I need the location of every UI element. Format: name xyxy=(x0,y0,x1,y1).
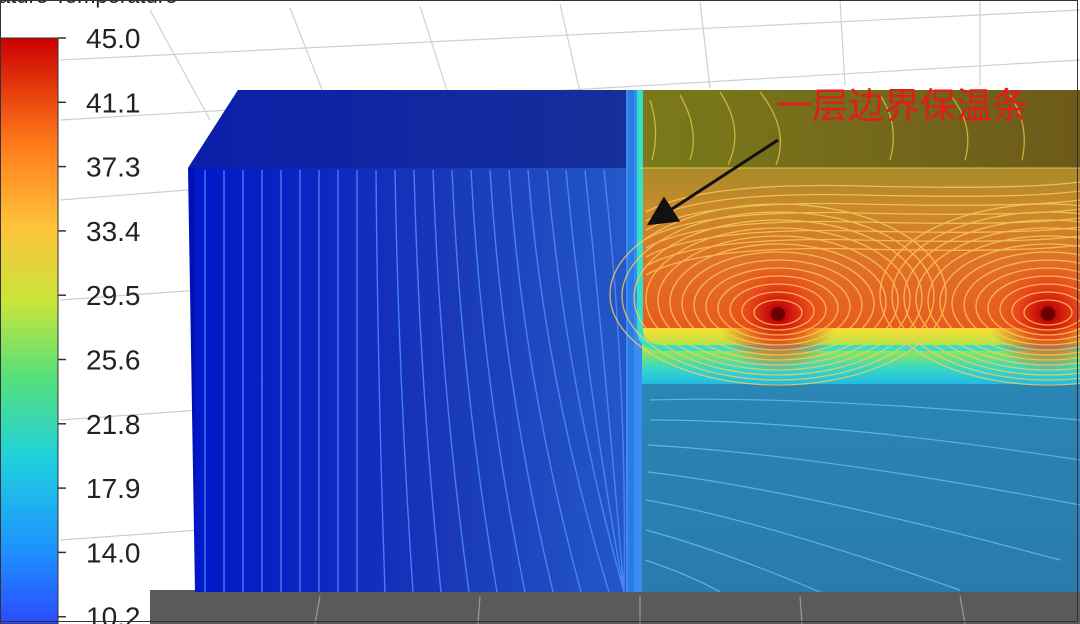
colorbar-tick-label: 10.2 xyxy=(86,602,141,624)
colorbar-ramp xyxy=(0,37,59,624)
colorbar-ticks: 45.0 41.1 37.3 33.4 29.5 25.6 21.8 17.9 14.0 10.2 xyxy=(58,23,141,624)
colorbar-tick-label: 37.3 xyxy=(86,152,141,183)
colorbar-tick-label: 17.9 xyxy=(86,473,141,504)
colorbar-tick-label: 33.4 xyxy=(86,216,141,247)
colorbar-tick-label: 14.0 xyxy=(86,537,141,568)
lower-layer xyxy=(640,384,1080,592)
colorbar-tick-label: 29.5 xyxy=(86,280,141,311)
floor-grid xyxy=(150,590,1080,624)
colorbar-tick-label: 25.6 xyxy=(86,345,141,376)
annotation-label: 一层边界保温条 xyxy=(776,86,1028,127)
colorbar-tick-label: 21.8 xyxy=(86,409,141,440)
colorbar-tick-label: 41.1 xyxy=(86,87,141,118)
temperature-plot: 45.0 41.1 37.3 33.4 29.5 25.6 21.8 17.9 14.0 10.2… xyxy=(0,0,1080,624)
left-top-face xyxy=(188,90,630,168)
colorbar-tick-label: 45.0 xyxy=(86,23,141,54)
colorbar-title: ature Temperature xyxy=(0,0,177,9)
model-block xyxy=(188,90,1080,593)
colorbar: 45.0 41.1 37.3 33.4 29.5 25.6 21.8 17.9 14.0 10.2 xyxy=(0,23,141,624)
